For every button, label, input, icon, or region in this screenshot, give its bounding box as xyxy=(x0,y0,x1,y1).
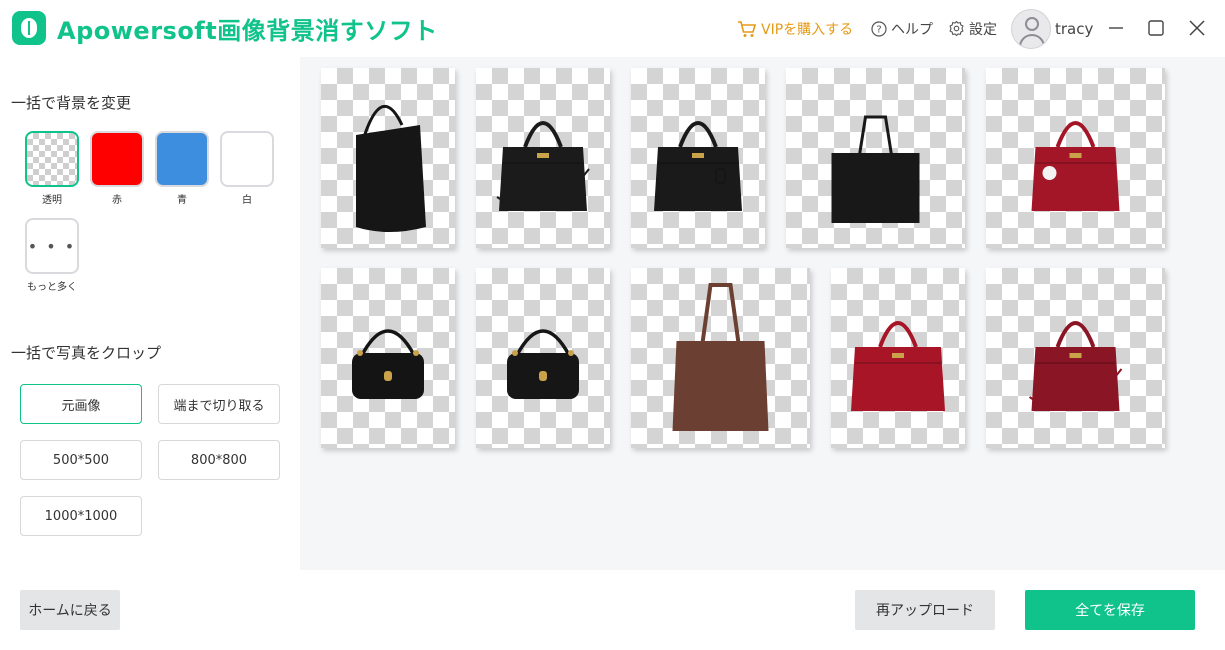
red-swatch[interactable] xyxy=(90,131,144,187)
crop-800-button[interactable]: 800*800 xyxy=(158,440,280,480)
handbag-image xyxy=(1028,321,1123,411)
blue-swatch[interactable] xyxy=(155,131,209,187)
more-options-icon[interactable]: • • • xyxy=(25,218,79,274)
handbag-image xyxy=(831,115,920,223)
maximize-button[interactable] xyxy=(1142,14,1170,42)
crop-500-button[interactable]: 500*500 xyxy=(20,440,142,480)
user-avatar[interactable] xyxy=(1011,9,1051,49)
minimize-button[interactable] xyxy=(1102,14,1130,42)
handbag-image xyxy=(507,329,579,399)
swatch-label: 赤 xyxy=(112,195,122,206)
image-card[interactable] xyxy=(831,268,965,448)
app-logo-icon xyxy=(12,11,46,45)
handbag-image xyxy=(654,121,742,211)
crop-original-button[interactable]: 元画像 xyxy=(20,384,142,424)
bg-option-transparent[interactable]: 透明 xyxy=(24,131,80,206)
handbag-image xyxy=(1031,121,1120,211)
bottom-bar: ホームに戻る 再アップロード 全てを保存 xyxy=(0,570,1225,650)
bg-option-blue[interactable]: 青 xyxy=(154,131,210,206)
bg-option-white[interactable]: 白 xyxy=(219,131,275,206)
background-section-title: 一括で背景を変更 xyxy=(11,94,132,112)
bg-option-red[interactable]: 赤 xyxy=(89,131,145,206)
maximize-icon xyxy=(1148,20,1164,36)
image-card[interactable] xyxy=(631,68,765,248)
sidebar: 一括で背景を変更 透明 赤 青 白 • • • もっと多く 一括で写真をクロップ… xyxy=(0,57,300,570)
settings-link[interactable]: 設定 xyxy=(948,0,997,57)
swatch-label: もっと多く xyxy=(27,282,77,293)
app-window: Apowersoft画像背景消すソフト VIPを購入する ? ヘルプ 設定 tr… xyxy=(0,0,1225,650)
vip-label: VIPを購入する xyxy=(761,21,854,38)
image-card[interactable] xyxy=(321,268,455,448)
minimize-icon xyxy=(1109,27,1123,29)
close-button[interactable] xyxy=(1183,14,1211,42)
help-label: ヘルプ xyxy=(891,21,933,38)
title-bar: Apowersoft画像背景消すソフト VIPを購入する ? ヘルプ 設定 tr… xyxy=(0,0,1225,57)
crop-section-title: 一括で写真をクロップ xyxy=(11,344,162,362)
image-card[interactable] xyxy=(986,268,1165,448)
save-all-button[interactable]: 全てを保存 xyxy=(1025,590,1195,630)
close-icon xyxy=(1189,20,1205,36)
cart-icon xyxy=(738,20,757,37)
transparent-swatch[interactable] xyxy=(25,131,79,187)
bg-option-more[interactable]: • • • もっと多く xyxy=(24,218,80,293)
image-gallery xyxy=(300,57,1225,570)
image-card[interactable] xyxy=(476,268,610,448)
image-card[interactable] xyxy=(631,268,810,448)
white-swatch[interactable] xyxy=(220,131,274,187)
swatch-label: 青 xyxy=(177,195,187,206)
username: tracy xyxy=(1055,19,1094,38)
crop-1000-button[interactable]: 1000*1000 xyxy=(20,496,142,536)
crop-to-edge-button[interactable]: 端まで切り取る xyxy=(158,384,280,424)
svg-text:?: ? xyxy=(876,24,881,35)
handbag-image xyxy=(352,329,424,399)
swatch-label: 透明 xyxy=(42,195,62,206)
help-icon: ? xyxy=(871,20,887,37)
handbag-image xyxy=(356,104,426,232)
image-card[interactable] xyxy=(786,68,965,248)
help-link[interactable]: ? ヘルプ xyxy=(871,0,933,57)
settings-label: 設定 xyxy=(969,21,997,38)
app-title: Apowersoft画像背景消すソフト xyxy=(57,17,438,45)
gear-icon xyxy=(949,20,964,37)
handbag-image xyxy=(851,321,945,411)
image-card[interactable] xyxy=(986,68,1165,248)
back-home-button[interactable]: ホームに戻る xyxy=(20,590,120,630)
handbag-image xyxy=(496,121,590,211)
swatch-label: 白 xyxy=(242,195,252,206)
image-card[interactable] xyxy=(476,68,610,248)
vip-purchase-link[interactable]: VIPを購入する xyxy=(737,0,853,57)
handbag-image xyxy=(672,283,769,431)
image-card[interactable] xyxy=(321,68,455,248)
reupload-button[interactable]: 再アップロード xyxy=(855,590,995,630)
